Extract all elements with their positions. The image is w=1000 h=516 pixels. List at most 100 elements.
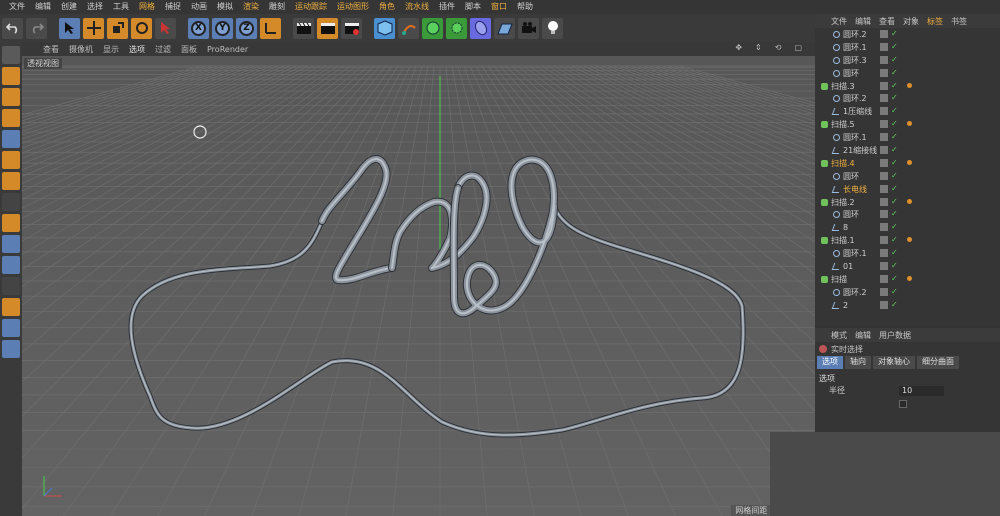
visibility-check-icon[interactable]: ✓ <box>891 42 898 51</box>
layer-toggle[interactable] <box>880 30 888 38</box>
camera-button[interactable] <box>518 17 539 39</box>
y-axis-button[interactable]: Y <box>212 17 233 39</box>
attribute-section-button[interactable]: 轴向 <box>845 356 871 369</box>
menu-item[interactable]: 模拟 <box>212 0 238 14</box>
object-name[interactable]: 圆环.1 <box>843 43 867 52</box>
layer-toggle[interactable] <box>880 249 888 258</box>
menu-item[interactable]: 运动图形 <box>332 0 374 14</box>
viewport-menu-item[interactable]: ProRender <box>202 45 253 54</box>
layer-toggle[interactable] <box>880 81 888 90</box>
layer-toggle[interactable] <box>880 236 888 245</box>
model-mode-button[interactable] <box>2 67 20 85</box>
layer-toggle[interactable] <box>880 274 888 283</box>
menu-item[interactable]: 插件 <box>434 0 460 14</box>
visibility-check-icon[interactable]: ✓ <box>891 222 898 231</box>
viewport-menu-item[interactable]: 过滤 <box>150 44 176 55</box>
visibility-check-icon[interactable]: ✓ <box>891 132 898 141</box>
object-row[interactable]: 01 ✓ <box>815 260 1000 273</box>
magnet-button[interactable] <box>2 298 20 316</box>
layer-toggle[interactable] <box>880 210 888 219</box>
object-list[interactable]: 圆环.2 ✓ 圆环.1 ✓ 圆环.3 ✓ 圆环 ✓ 扫描.3 ✓ 圆环.2 ✓ 1压缩线 ✓ 扫描.5 ✓ 圆环… <box>815 28 1000 326</box>
redo-button[interactable] <box>26 17 47 39</box>
layer-toggle[interactable] <box>880 133 888 142</box>
object-row[interactable]: 圆环 ✓ <box>815 208 1000 221</box>
object-name[interactable]: 圆环 <box>843 210 859 219</box>
layer-toggle[interactable] <box>880 55 888 64</box>
object-tab[interactable]: 对象 <box>899 16 923 27</box>
object-row[interactable]: 扫描.3 ✓ <box>815 80 1000 93</box>
object-name[interactable]: 21缩接线 <box>843 146 877 155</box>
menu-item[interactable]: 运动跟踪 <box>290 0 332 14</box>
viewport-menu-item[interactable]: 显示 <box>98 44 124 55</box>
attribute-tab[interactable]: 模式 <box>827 330 851 341</box>
attribute-section-button[interactable]: 细分曲面 <box>917 356 959 369</box>
object-name[interactable]: 1压缩线 <box>843 107 872 116</box>
object-row[interactable]: 圆环.1 ✓ <box>815 131 1000 144</box>
layer-toggle[interactable] <box>880 262 888 271</box>
visibility-check-icon[interactable]: ✓ <box>891 274 898 283</box>
object-tab[interactable]: 标签 <box>923 16 947 27</box>
object-tab[interactable]: 编辑 <box>851 16 875 27</box>
menu-item[interactable]: 文件 <box>4 0 30 14</box>
object-name[interactable]: 圆环 <box>843 69 859 78</box>
undo-button[interactable] <box>2 17 23 39</box>
tag-icon[interactable] <box>907 237 912 243</box>
scale-tool-button[interactable] <box>107 17 128 39</box>
menu-item[interactable]: 编辑 <box>30 0 56 14</box>
tag-icon[interactable] <box>907 275 912 281</box>
layer-toggle[interactable] <box>880 300 888 309</box>
edges-mode-button[interactable] <box>2 151 20 169</box>
object-row[interactable]: 21缩接线 ✓ <box>815 144 1000 157</box>
layer-toggle[interactable] <box>880 42 888 51</box>
menu-item[interactable]: 动画 <box>186 0 212 14</box>
texture-mode-button[interactable] <box>2 88 20 106</box>
render-picture-button[interactable] <box>317 17 338 39</box>
object-row[interactable]: 8 ✓ <box>815 221 1000 234</box>
tag-icon[interactable] <box>907 82 912 88</box>
object-name[interactable]: 01 <box>843 262 853 271</box>
visibility-check-icon[interactable]: ✓ <box>891 119 898 128</box>
menu-item[interactable]: 渲染 <box>238 0 264 14</box>
z-axis-button[interactable]: Z <box>236 17 257 39</box>
move-view-icon[interactable]: ✥ <box>730 43 747 52</box>
object-name[interactable]: 扫描.4 <box>831 159 855 168</box>
object-tab[interactable]: 文件 <box>827 16 851 27</box>
object-name[interactable]: 圆环.2 <box>843 30 867 39</box>
subdivision-button[interactable] <box>422 17 443 39</box>
floor-button[interactable] <box>494 17 515 39</box>
attribute-tab[interactable]: 用户数据 <box>875 330 915 341</box>
object-row[interactable]: 长电线 ✓ <box>815 183 1000 196</box>
menu-item[interactable]: 捕捉 <box>160 0 186 14</box>
object-row[interactable]: 2 ✓ <box>815 299 1000 312</box>
polygons-mode-button[interactable] <box>2 172 20 190</box>
visibility-check-icon[interactable]: ✓ <box>891 171 898 180</box>
planar-workplane-button[interactable] <box>2 340 20 358</box>
light-button[interactable] <box>542 17 563 39</box>
object-row[interactable]: 扫描.2 ✓ <box>815 196 1000 209</box>
object-name[interactable]: 扫描.2 <box>831 198 855 207</box>
object-row[interactable]: 扫描 ✓ <box>815 273 1000 286</box>
object-row[interactable]: 圆环.2 ✓ <box>815 92 1000 105</box>
object-row[interactable]: 圆环.2 ✓ <box>815 286 1000 299</box>
option-checkbox[interactable] <box>899 399 907 408</box>
object-row[interactable]: 扫描.4 ✓ <box>815 157 1000 170</box>
viewport-menu-item[interactable]: 摄像机 <box>64 44 98 55</box>
tag-icon[interactable] <box>907 121 912 127</box>
layer-toggle[interactable] <box>880 68 888 77</box>
object-name[interactable]: 圆环.2 <box>843 288 867 297</box>
layer-toggle[interactable] <box>880 107 888 116</box>
perspective-viewport[interactable]: 透视视图 网格间距 : 100 cm <box>22 56 815 516</box>
maximize-view-icon[interactable]: ▢ <box>789 43 807 52</box>
object-tab[interactable]: 书签 <box>947 16 971 27</box>
make-editable-button[interactable] <box>2 46 20 64</box>
visibility-check-icon[interactable]: ✓ <box>891 209 898 218</box>
zoom-view-icon[interactable]: ⇕ <box>750 43 767 52</box>
object-name[interactable]: 2 <box>843 301 848 310</box>
menu-item[interactable]: 窗口 <box>486 0 512 14</box>
attribute-section-button[interactable]: 选项 <box>817 356 843 369</box>
visibility-check-icon[interactable]: ✓ <box>891 145 898 154</box>
layer-toggle[interactable] <box>880 184 888 193</box>
layer-toggle[interactable] <box>880 120 888 129</box>
layer-toggle[interactable] <box>880 158 888 167</box>
object-row[interactable]: 圆环.1 ✓ <box>815 247 1000 260</box>
